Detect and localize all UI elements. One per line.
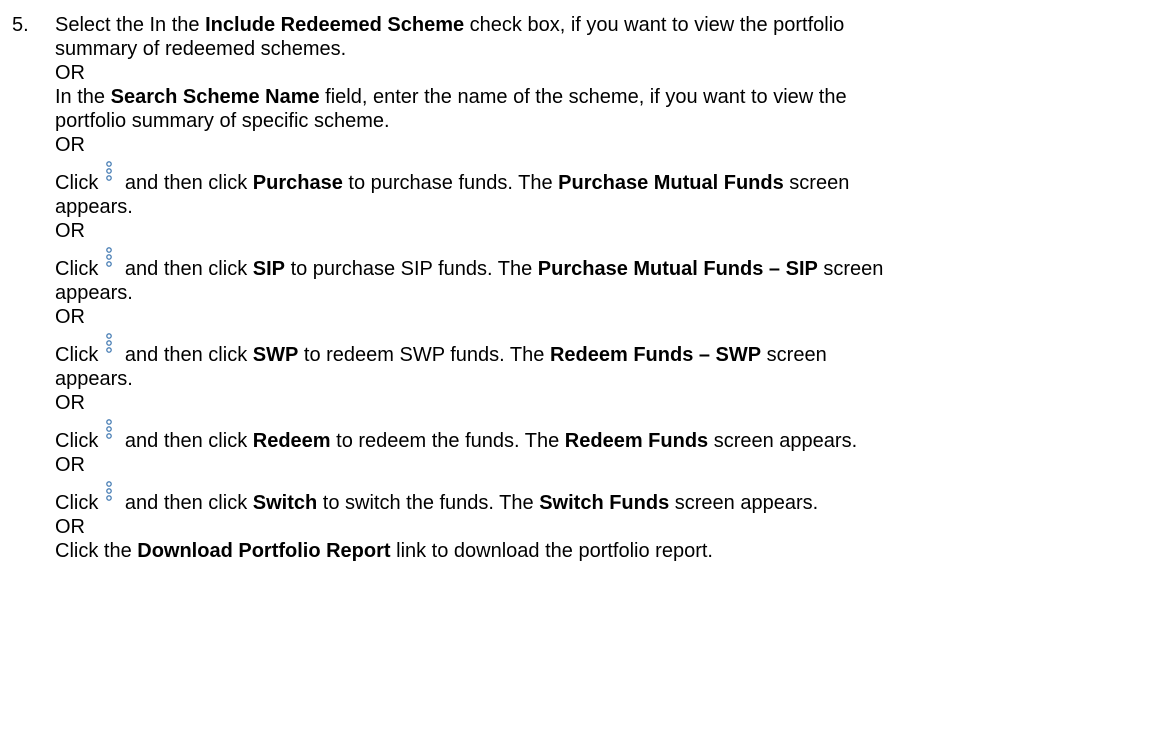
vertical-ellipsis-icon [102,247,116,281]
text: field, enter the name of the scheme, if … [319,86,847,108]
switch-term: Switch [252,492,318,514]
paragraph-include-redeemed: Select the In the Include Redeemed Schem… [55,13,1155,37]
text: to redeem the funds. The [330,430,565,452]
text: screen [817,258,884,280]
redeem-funds-term: Redeem Funds [564,430,709,452]
paragraph-include-redeemed-line2: summary of redeemed schemes. [55,38,347,60]
sip-term: SIP [252,258,286,280]
search-scheme-name-term: Search Scheme Name [110,86,320,108]
paragraph-purchase-line2: appears. [55,196,133,218]
paragraph-sip: Click and then click SIP to purchase SIP… [55,247,1155,281]
or-separator: OR [55,134,85,156]
step-body: Select the In the Include Redeemed Schem… [55,13,1155,563]
paragraph-purchase: Click and then click Purchase to purchas… [55,161,1155,195]
paragraph-download-report: Click the Download Portfolio Report link… [55,539,1155,563]
vertical-ellipsis-icon [102,419,116,453]
text: screen appears. [708,430,858,452]
paragraph-sip-line2: appears. [55,282,133,304]
text: Click [55,430,99,452]
text: check box, if you want to view the portf… [464,14,845,36]
text: Click [55,344,99,366]
text: Click [55,172,99,194]
paragraph-search-scheme: In the Search Scheme Name field, enter t… [55,85,1155,109]
text: and then click [119,172,253,194]
switch-funds-term: Switch Funds [539,492,670,514]
swp-term: SWP [252,344,299,366]
purchase-mutual-funds-term: Purchase Mutual Funds [558,172,784,194]
text: to switch the funds. The [317,492,540,514]
or-separator: OR [55,454,85,476]
step-number: 5. [12,14,29,36]
text: to purchase funds. The [342,172,559,194]
paragraph-search-scheme-line2: portfolio summary of specific scheme. [55,110,390,132]
or-separator: OR [55,62,85,84]
paragraph-swp-line2: appears. [55,368,133,390]
text: Select the In the [55,14,206,36]
paragraph-swp: Click and then click SWP to redeem SWP f… [55,333,1155,367]
text: Click the [55,540,138,562]
text: to redeem SWP funds. The [298,344,550,366]
or-separator: OR [55,306,85,328]
text: screen appears. [669,492,819,514]
include-redeemed-scheme-term: Include Redeemed Scheme [205,14,465,36]
vertical-ellipsis-icon [102,481,116,515]
vertical-ellipsis-icon [102,161,116,195]
or-separator: OR [55,220,85,242]
text: and then click [119,344,253,366]
paragraph-switch: Click and then click Switch to switch th… [55,481,1155,515]
purchase-term: Purchase [252,172,343,194]
text: to purchase SIP funds. The [285,258,538,280]
or-separator: OR [55,392,85,414]
text: and then click [119,258,253,280]
text: link to download the portfolio report. [390,540,713,562]
vertical-ellipsis-icon [102,333,116,367]
download-portfolio-report-term: Download Portfolio Report [137,540,391,562]
paragraph-redeem: Click and then click Redeem to redeem th… [55,419,1155,453]
or-separator: OR [55,516,85,538]
redeem-funds-swp-term: Redeem Funds – SWP [549,344,762,366]
text: Click [55,258,99,280]
text: Click [55,492,99,514]
text: In the [55,86,111,108]
text: screen [783,172,850,194]
text: and then click [119,492,253,514]
text: screen [761,344,827,366]
redeem-term: Redeem [252,430,331,452]
purchase-mutual-funds-sip-term: Purchase Mutual Funds – SIP [537,258,818,280]
text: and then click [119,430,253,452]
